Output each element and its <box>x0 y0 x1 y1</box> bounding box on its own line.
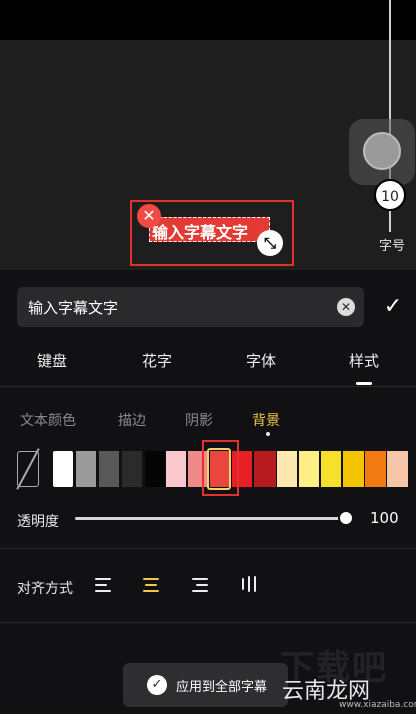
swatch-light-yellow[interactable] <box>299 451 319 487</box>
subtab-stroke[interactable]: 描边 <box>118 410 146 430</box>
font-size-value: 10 <box>374 179 406 211</box>
tab-keyboard[interactable]: 键盘 <box>37 350 67 371</box>
watermark-url: www.xiazaiba.com <box>339 700 416 710</box>
subtab-background[interactable]: 背景 <box>252 410 280 430</box>
swatch-white[interactable] <box>53 451 73 487</box>
tab-font[interactable]: 字体 <box>246 350 276 371</box>
opacity-slider-track[interactable] <box>75 517 347 520</box>
swatch-gray-light[interactable] <box>76 451 96 487</box>
align-right-icon[interactable] <box>192 575 214 595</box>
caption-delete-icon[interactable]: ✕ <box>137 204 161 228</box>
swatch-cream[interactable] <box>277 451 297 487</box>
caption-input[interactable]: 输入字幕文字 ✕ <box>17 287 364 327</box>
divider <box>0 386 416 387</box>
align-center-icon[interactable] <box>142 575 164 595</box>
swatch-charcoal[interactable] <box>122 451 142 487</box>
swatch-gray-dark[interactable] <box>99 451 119 487</box>
align-left-icon[interactable] <box>95 575 117 595</box>
caption-resize-icon[interactable]: ⤡ <box>257 230 283 256</box>
divider <box>0 548 416 549</box>
alignment-label: 对齐方式 <box>17 581 73 597</box>
font-size-label: 字号 <box>378 239 405 254</box>
confirm-check-icon[interactable]: ✓ <box>378 292 408 322</box>
apply-to-all-label: 应用到全部字幕 <box>176 680 268 695</box>
caption-text[interactable]: 输入字幕文字 <box>152 219 248 243</box>
tab-style[interactable]: 样式 <box>349 350 379 371</box>
swatch-black[interactable] <box>145 451 165 487</box>
apply-to-all-button[interactable]: ✓ 应用到全部字幕 <box>123 663 288 707</box>
opacity-value: 100 <box>370 509 399 527</box>
align-vertical-icon[interactable] <box>240 575 262 595</box>
subtab-text-color[interactable]: 文本颜色 <box>20 410 76 430</box>
swatch-orange[interactable] <box>365 451 386 487</box>
swatch-yellow[interactable] <box>321 451 341 487</box>
divider <box>0 622 416 623</box>
caption-input-value[interactable]: 输入字幕文字 <box>28 297 118 318</box>
active-subtab-dot <box>266 432 270 436</box>
tab-fancy-text[interactable]: 花字 <box>142 350 172 371</box>
swatch-peach[interactable] <box>387 451 408 487</box>
swatch-pink-light[interactable] <box>166 451 186 487</box>
check-circle-icon: ✓ <box>147 675 167 695</box>
swatch-dark-red[interactable] <box>254 451 276 487</box>
opacity-label: 透明度 <box>17 514 59 530</box>
active-tab-indicator <box>356 382 372 385</box>
top-bar <box>0 0 416 40</box>
swatch-selected-indicator <box>207 448 231 490</box>
font-size-slider-knob[interactable] <box>363 132 401 170</box>
swatch-amber[interactable] <box>343 451 364 487</box>
opacity-slider-thumb[interactable] <box>338 510 354 526</box>
clear-icon[interactable]: ✕ <box>337 298 355 316</box>
subtab-shadow[interactable]: 阴影 <box>185 410 213 430</box>
